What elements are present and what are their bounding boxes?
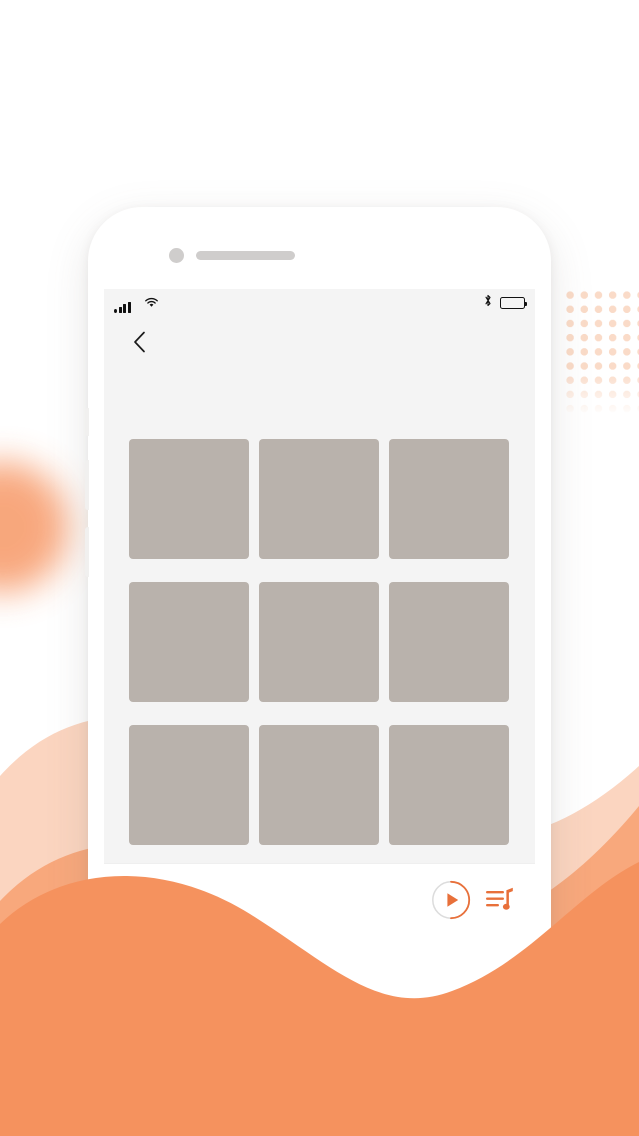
- bluetooth-icon: [484, 294, 492, 312]
- mood-tile-image[interactable]: [129, 439, 249, 559]
- player-track-meta: [179, 899, 431, 900]
- battery-full-icon: [500, 297, 527, 309]
- mood-tile-image[interactable]: [259, 582, 379, 702]
- avatar: [122, 877, 166, 922]
- back-button[interactable]: [126, 329, 152, 355]
- mood-tile-image[interactable]: [389, 439, 509, 559]
- mood-tile-image[interactable]: [129, 582, 249, 702]
- play-circle-icon: [432, 880, 471, 919]
- mood-tile-grid: [129, 439, 510, 868]
- volume-up-button[interactable]: [85, 460, 89, 510]
- status-bar: [104, 289, 535, 319]
- play-button[interactable]: [431, 880, 471, 920]
- mood-tile[interactable]: [389, 439, 509, 569]
- mood-tile-image[interactable]: [389, 725, 509, 845]
- mood-tile-image[interactable]: [259, 725, 379, 845]
- poster-canvas: [0, 0, 639, 1136]
- chevron-left-icon: [133, 331, 145, 353]
- mood-tile-image[interactable]: [129, 725, 249, 845]
- mood-tile[interactable]: [389, 725, 509, 855]
- phone-screen: [104, 289, 535, 935]
- status-bar-left: [114, 295, 159, 313]
- earpiece-speaker: [196, 251, 295, 260]
- wifi-icon: [144, 295, 159, 313]
- mood-tile[interactable]: [259, 439, 379, 569]
- mini-player-bar: [104, 863, 535, 935]
- blurred-orange-circle: [0, 462, 68, 592]
- dot-grid-pattern: [563, 288, 639, 416]
- mood-tile[interactable]: [129, 725, 249, 855]
- queue-button[interactable]: [485, 886, 517, 914]
- user-avatar-icon: [122, 877, 166, 922]
- status-bar-right: [484, 294, 527, 312]
- volume-down-button[interactable]: [85, 527, 89, 577]
- mood-tile[interactable]: [129, 582, 249, 712]
- mood-tile[interactable]: [129, 439, 249, 569]
- mood-tile[interactable]: [259, 725, 379, 855]
- mood-tile[interactable]: [389, 582, 509, 712]
- mood-tile-image[interactable]: [389, 582, 509, 702]
- silent-switch-button[interactable]: [85, 408, 89, 436]
- mood-tile[interactable]: [259, 582, 379, 712]
- signal-bars-icon: [114, 302, 131, 313]
- front-camera-dot: [169, 248, 184, 263]
- playlist-queue-icon: [486, 887, 513, 910]
- mood-tile-image[interactable]: [259, 439, 379, 559]
